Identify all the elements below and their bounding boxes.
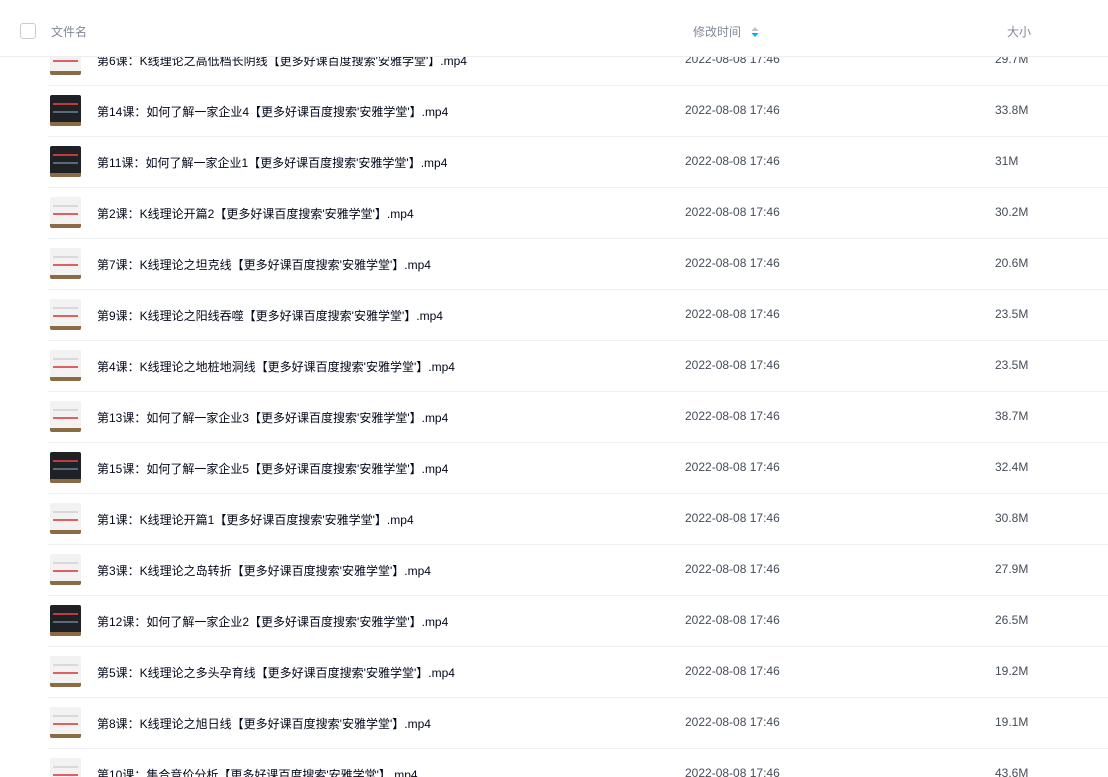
file-name[interactable]: 第2课：K线理论开篇2【更多好课百度搜索'安雅学堂'】.mp4 [97, 205, 414, 222]
file-modified-time: 2022-08-08 17:46 [685, 460, 780, 474]
file-row[interactable]: 第8课：K线理论之旭日线【更多好课百度搜索'安雅学堂'】.mp4 2022-08-… [48, 697, 1108, 749]
file-name[interactable]: 第12课：如何了解一家企业2【更多好课百度搜索'安雅学堂'】.mp4 [97, 613, 448, 630]
file-size: 30.8M [995, 511, 1029, 525]
sort-icon[interactable] [750, 25, 760, 39]
file-modified-time: 2022-08-08 17:46 [685, 256, 780, 270]
file-row[interactable]: 第1课：K线理论开篇1【更多好课百度搜索'安雅学堂'】.mp4 2022-08-0… [48, 493, 1108, 545]
file-row[interactable]: 第2课：K线理论开篇2【更多好课百度搜索'安雅学堂'】.mp4 2022-08-0… [48, 187, 1108, 239]
select-all-checkbox[interactable] [20, 23, 36, 39]
file-modified-time: 2022-08-08 17:46 [685, 103, 780, 117]
file-modified-time: 2022-08-08 17:46 [685, 154, 780, 168]
video-thumbnail[interactable] [50, 350, 81, 381]
file-modified-time: 2022-08-08 17:46 [685, 766, 780, 777]
video-thumbnail[interactable] [50, 299, 81, 330]
file-row[interactable]: 第5课：K线理论之多头孕育线【更多好课百度搜索'安雅学堂'】.mp4 2022-0… [48, 646, 1108, 698]
file-modified-time: 2022-08-08 17:46 [685, 307, 780, 321]
file-row[interactable]: 第15课：如何了解一家企业5【更多好课百度搜索'安雅学堂'】.mp4 2022-0… [48, 442, 1108, 494]
file-size: 27.9M [995, 562, 1029, 576]
file-name[interactable]: 第9课：K线理论之阳线吞噬【更多好课百度搜索'安雅学堂'】.mp4 [97, 307, 443, 324]
video-thumbnail[interactable] [50, 197, 81, 228]
video-thumbnail[interactable] [50, 248, 81, 279]
file-row[interactable]: 第9课：K线理论之阳线吞噬【更多好课百度搜索'安雅学堂'】.mp4 2022-08… [48, 289, 1108, 341]
file-size: 23.5M [995, 307, 1029, 321]
file-modified-time: 2022-08-08 17:46 [685, 205, 780, 219]
file-name[interactable]: 第11课：如何了解一家企业1【更多好课百度搜索'安雅学堂'】.mp4 [97, 154, 447, 171]
file-size: 33.8M [995, 103, 1029, 117]
file-size: 26.5M [995, 613, 1029, 627]
file-name[interactable]: 第5课：K线理论之多头孕育线【更多好课百度搜索'安雅学堂'】.mp4 [97, 664, 455, 681]
file-size: 19.2M [995, 664, 1029, 678]
video-thumbnail[interactable] [50, 656, 81, 687]
file-size: 43.6M [995, 766, 1029, 777]
file-row[interactable]: 第13课：如何了解一家企业3【更多好课百度搜索'安雅学堂'】.mp4 2022-0… [48, 391, 1108, 443]
column-header-size[interactable]: 大小 [1007, 23, 1031, 40]
video-thumbnail[interactable] [50, 146, 81, 177]
file-modified-time: 2022-08-08 17:46 [685, 613, 780, 627]
file-row[interactable]: 第4课：K线理论之地桩地洞线【更多好课百度搜索'安雅学堂'】.mp4 2022-0… [48, 340, 1108, 392]
file-size: 30.2M [995, 205, 1029, 219]
file-size: 32.4M [995, 460, 1029, 474]
file-name[interactable]: 第15课：如何了解一家企业5【更多好课百度搜索'安雅学堂'】.mp4 [97, 460, 448, 477]
list-header: 文件名 修改时间 大小 [0, 0, 1108, 57]
file-row[interactable]: 第10课：集合竞价分析【更多好课百度搜索'安雅学堂'】.mp4 2022-08-0… [48, 748, 1108, 777]
file-modified-time: 2022-08-08 17:46 [685, 562, 780, 576]
video-thumbnail[interactable] [50, 401, 81, 432]
video-thumbnail[interactable] [50, 707, 81, 738]
file-list: 第6课：K线理论之高低档长阴线【更多好课百度搜索'安雅学堂'】.mp4 2022-… [0, 0, 1108, 777]
file-size: 23.5M [995, 358, 1029, 372]
file-modified-time: 2022-08-08 17:46 [685, 409, 780, 423]
file-name[interactable]: 第10课：集合竞价分析【更多好课百度搜索'安雅学堂'】.mp4 [97, 766, 418, 777]
column-header-time[interactable]: 修改时间 [693, 23, 741, 40]
file-modified-time: 2022-08-08 17:46 [685, 715, 780, 729]
file-name[interactable]: 第13课：如何了解一家企业3【更多好课百度搜索'安雅学堂'】.mp4 [97, 409, 448, 426]
file-row[interactable]: 第3课：K线理论之岛转折【更多好课百度搜索'安雅学堂'】.mp4 2022-08-… [48, 544, 1108, 596]
video-thumbnail[interactable] [50, 554, 81, 585]
video-thumbnail[interactable] [50, 758, 81, 777]
file-name[interactable]: 第1课：K线理论开篇1【更多好课百度搜索'安雅学堂'】.mp4 [97, 511, 414, 528]
file-size: 19.1M [995, 715, 1029, 729]
file-modified-time: 2022-08-08 17:46 [685, 664, 780, 678]
file-row[interactable]: 第11课：如何了解一家企业1【更多好课百度搜索'安雅学堂'】.mp4 2022-0… [48, 136, 1108, 188]
file-name[interactable]: 第4课：K线理论之地桩地洞线【更多好课百度搜索'安雅学堂'】.mp4 [97, 358, 455, 375]
file-size: 31M [995, 154, 1019, 168]
file-row[interactable]: 第7课：K线理论之坦克线【更多好课百度搜索'安雅学堂'】.mp4 2022-08-… [48, 238, 1108, 290]
file-name[interactable]: 第7课：K线理论之坦克线【更多好课百度搜索'安雅学堂'】.mp4 [97, 256, 431, 273]
video-thumbnail[interactable] [50, 452, 81, 483]
file-name[interactable]: 第8课：K线理论之旭日线【更多好课百度搜索'安雅学堂'】.mp4 [97, 715, 431, 732]
file-size: 38.7M [995, 409, 1029, 423]
file-modified-time: 2022-08-08 17:46 [685, 511, 780, 525]
file-modified-time: 2022-08-08 17:46 [685, 358, 780, 372]
file-name[interactable]: 第14课：如何了解一家企业4【更多好课百度搜索'安雅学堂'】.mp4 [97, 103, 448, 120]
file-row[interactable]: 第12课：如何了解一家企业2【更多好课百度搜索'安雅学堂'】.mp4 2022-0… [48, 595, 1108, 647]
video-thumbnail[interactable] [50, 95, 81, 126]
file-name[interactable]: 第3课：K线理论之岛转折【更多好课百度搜索'安雅学堂'】.mp4 [97, 562, 431, 579]
video-thumbnail[interactable] [50, 605, 81, 636]
file-size: 20.6M [995, 256, 1029, 270]
video-thumbnail[interactable] [50, 503, 81, 534]
file-row[interactable]: 第14课：如何了解一家企业4【更多好课百度搜索'安雅学堂'】.mp4 2022-0… [48, 85, 1108, 137]
column-header-name[interactable]: 文件名 [51, 23, 87, 40]
